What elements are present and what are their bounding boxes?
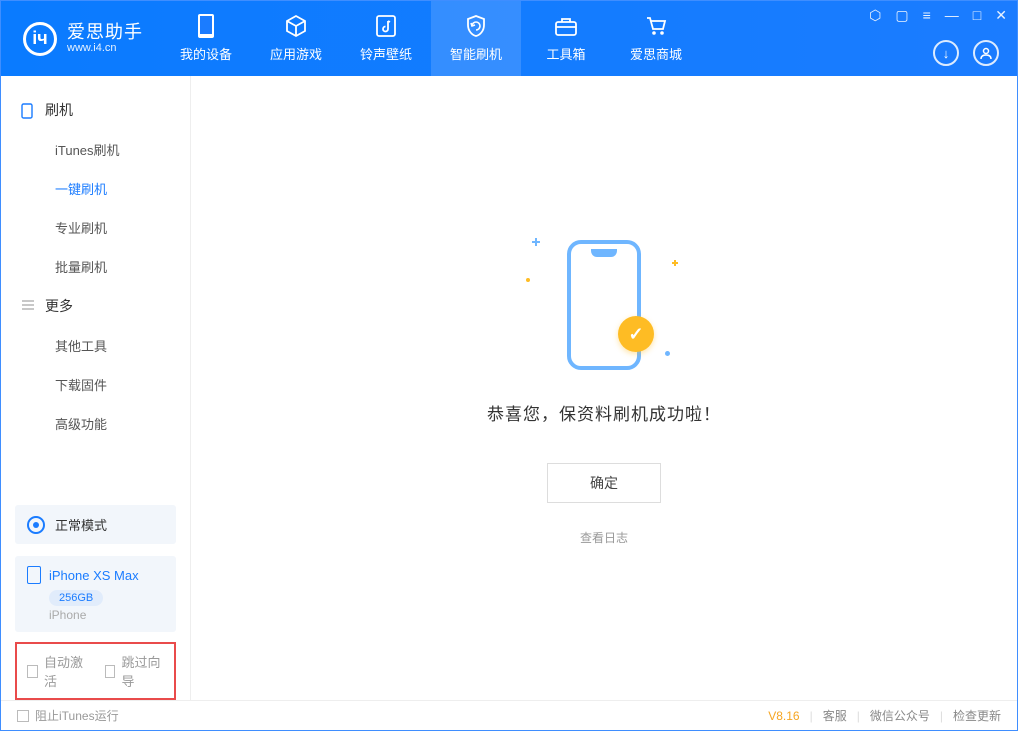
tab-label: 我的设备 [180, 44, 232, 63]
feedback-icon[interactable]: ▢ [895, 7, 908, 24]
success-illustration: ✓ [524, 230, 684, 380]
cart-icon [644, 14, 668, 38]
music-file-icon [374, 14, 398, 38]
sidebar-item-pro-flash[interactable]: 专业刷机 [1, 208, 190, 247]
mode-icon [27, 516, 45, 534]
tab-apps-games[interactable]: 应用游戏 [251, 1, 341, 76]
checkbox-icon [105, 665, 116, 678]
checkbox-label: 阻止iTunes运行 [35, 707, 119, 724]
close-button[interactable]: ✕ [995, 7, 1007, 24]
device-mode-box[interactable]: 正常模式 [15, 505, 176, 544]
success-check-icon: ✓ [618, 316, 654, 352]
main-content: ✓ 恭喜您，保资料刷机成功啦！ 确定 查看日志 [191, 76, 1017, 700]
device-info-box[interactable]: iPhone XS Max 256GB iPhone [15, 556, 176, 632]
download-manager-icon[interactable]: ↓ [933, 40, 959, 66]
tab-label: 工具箱 [546, 44, 585, 63]
user-account-icon[interactable] [973, 40, 999, 66]
tab-label: 爱思商城 [630, 44, 682, 63]
shield-refresh-icon [464, 14, 488, 38]
header-right-actions: ↓ [933, 40, 999, 66]
tab-toolbox[interactable]: 工具箱 [521, 1, 611, 76]
status-bar: 阻止iTunes运行 V8.16 | 客服 | 微信公众号 | 检查更新 [1, 700, 1017, 730]
list-icon [21, 299, 35, 313]
nav-tabs: 我的设备 应用游戏 铃声壁纸 智能刷机 工具箱 爱思商城 [161, 1, 701, 76]
checkbox-skip-guide[interactable]: 跳过向导 [105, 652, 165, 690]
sidebar-group-flash: 刷机 [1, 90, 190, 130]
phone-icon [21, 103, 35, 117]
tab-label: 铃声壁纸 [360, 44, 412, 63]
app-name-en: www.i4.cn [67, 42, 143, 54]
success-message: 恭喜您，保资料刷机成功啦！ [487, 400, 721, 425]
view-log-link[interactable]: 查看日志 [580, 529, 628, 546]
dot-icon [526, 278, 530, 282]
app-header: iч 爱思助手 www.i4.cn 我的设备 应用游戏 铃声壁纸 智能刷机 工具… [1, 1, 1017, 76]
checkbox-icon [27, 665, 38, 678]
sidebar-item-batch-flash[interactable]: 批量刷机 [1, 247, 190, 286]
skin-icon[interactable]: ⬡ [869, 7, 881, 24]
tab-label: 智能刷机 [450, 44, 502, 63]
sidebar: 刷机 iTunes刷机 一键刷机 专业刷机 批量刷机 更多 其他工具 下载固件 … [1, 76, 191, 700]
footer-link-update[interactable]: 检查更新 [953, 707, 1001, 724]
checkbox-block-itunes[interactable]: 阻止iTunes运行 [17, 707, 119, 724]
ok-button[interactable]: 确定 [547, 463, 661, 503]
sidebar-item-advanced[interactable]: 高级功能 [1, 404, 190, 443]
logo-text: 爱思助手 www.i4.cn [67, 23, 143, 55]
sidebar-item-other-tools[interactable]: 其他工具 [1, 326, 190, 365]
footer-link-wechat[interactable]: 微信公众号 [870, 707, 930, 724]
app-name-cn: 爱思助手 [67, 23, 143, 43]
tab-smart-flash[interactable]: 智能刷机 [431, 1, 521, 76]
sparkle-icon [672, 260, 678, 266]
tab-store[interactable]: 爱思商城 [611, 1, 701, 76]
footer-link-support[interactable]: 客服 [823, 707, 847, 724]
device-name: iPhone XS Max [49, 568, 139, 583]
dot-icon [665, 351, 670, 356]
sparkle-icon [532, 238, 540, 246]
checkbox-icon [17, 710, 29, 722]
sidebar-item-oneclick-flash[interactable]: 一键刷机 [1, 169, 190, 208]
tab-ringtones-wallpapers[interactable]: 铃声壁纸 [341, 1, 431, 76]
flash-options-highlighted: 自动激活 跳过向导 [15, 642, 176, 700]
maximize-button[interactable]: □ [973, 7, 981, 24]
sidebar-group-title: 刷机 [45, 100, 73, 120]
version-label: V8.16 [768, 709, 799, 723]
logo-icon: iч [23, 22, 57, 56]
checkbox-auto-activate[interactable]: 自动激活 [27, 652, 87, 690]
tab-label: 应用游戏 [270, 44, 322, 63]
mode-label: 正常模式 [55, 515, 107, 534]
device-icon [194, 14, 218, 38]
window-controls: ⬡ ▢ ≡ — □ ✕ [869, 7, 1007, 24]
checkbox-label: 自动激活 [44, 652, 87, 690]
app-body: 刷机 iTunes刷机 一键刷机 专业刷机 批量刷机 更多 其他工具 下载固件 … [1, 76, 1017, 700]
device-phone-icon [27, 566, 41, 584]
device-capacity: 256GB [49, 590, 103, 606]
sidebar-item-download-firmware[interactable]: 下载固件 [1, 365, 190, 404]
menu-icon[interactable]: ≡ [923, 7, 931, 24]
checkbox-label: 跳过向导 [121, 652, 164, 690]
app-logo: iч 爱思助手 www.i4.cn [1, 1, 161, 76]
sidebar-group-more: 更多 [1, 286, 190, 326]
toolbox-icon [554, 14, 578, 38]
sidebar-item-itunes-flash[interactable]: iTunes刷机 [1, 130, 190, 169]
minimize-button[interactable]: — [945, 7, 959, 24]
tab-my-device[interactable]: 我的设备 [161, 1, 251, 76]
device-type: iPhone [49, 608, 164, 622]
sidebar-group-title: 更多 [45, 296, 73, 316]
cube-icon [284, 14, 308, 38]
